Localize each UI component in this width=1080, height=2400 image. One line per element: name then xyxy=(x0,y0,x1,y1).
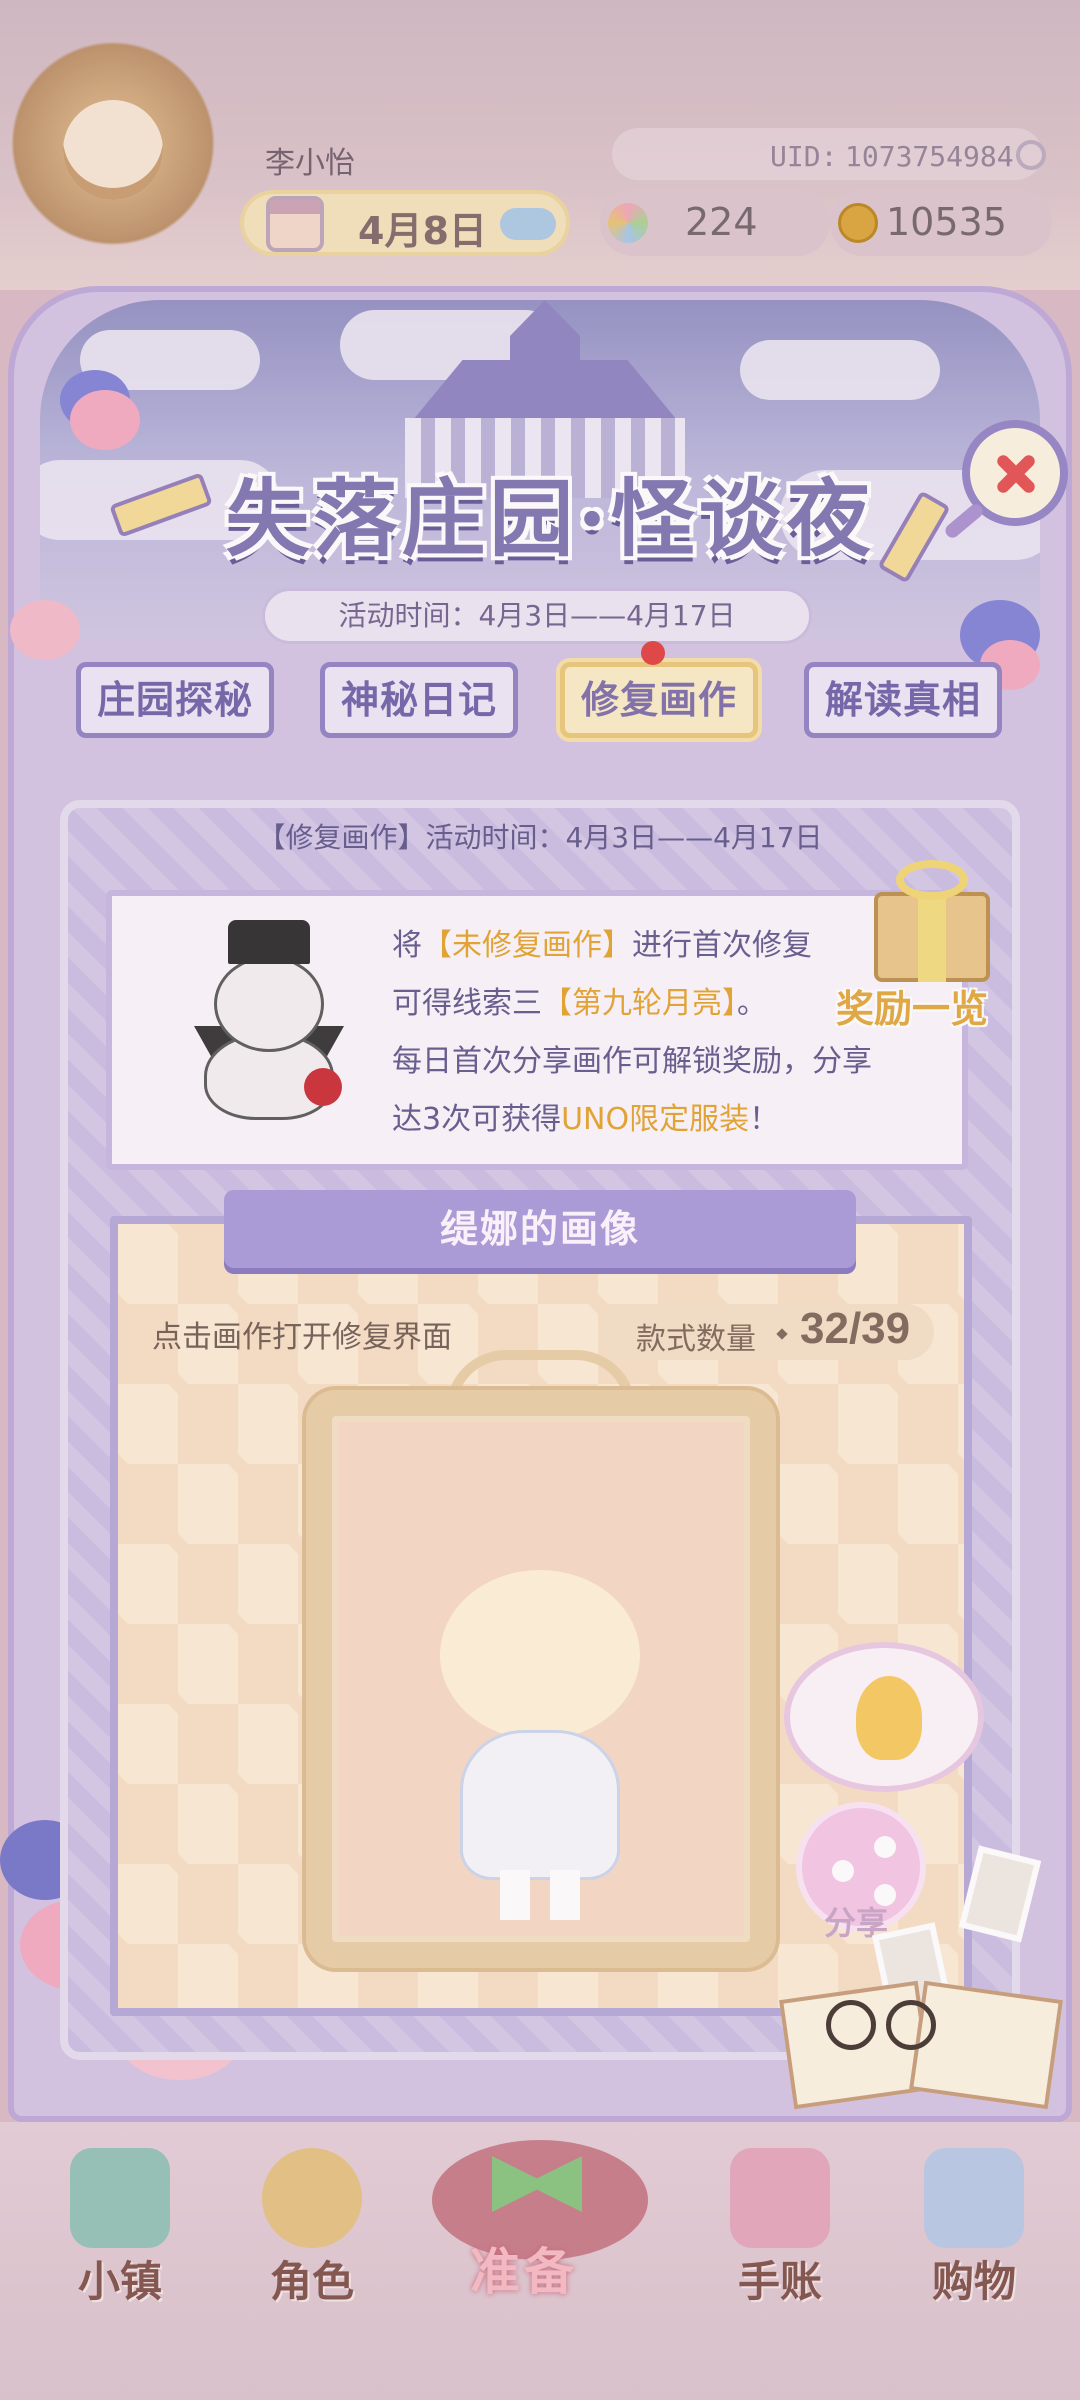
gem-flower-icon xyxy=(608,203,648,243)
event-title: 失落庄园·怪谈夜 xyxy=(225,469,875,568)
glasses-icon xyxy=(826,2000,946,2050)
current-date: 4月8日 xyxy=(358,209,487,253)
nav-prepare-label[interactable]: 准备 xyxy=(470,2232,578,2304)
info-text: ！ xyxy=(749,1102,780,1137)
close-button[interactable] xyxy=(942,420,1068,541)
avatar-bear-icon xyxy=(63,100,163,200)
info-text: 将 xyxy=(392,928,422,963)
gift-bow xyxy=(896,860,968,900)
info-highlight: UNO限定服装 xyxy=(561,1102,750,1137)
shopping-bag-icon xyxy=(924,2148,1024,2248)
nav-town[interactable]: 小镇 xyxy=(30,2138,200,2338)
nav-label: 手账 xyxy=(737,2257,822,2306)
flower-decoration xyxy=(10,600,80,660)
tab-label: 庄园探秘 xyxy=(96,678,253,722)
bear-mascot-icon xyxy=(184,920,354,1120)
coin-icon xyxy=(838,203,878,243)
reward-overview-button[interactable]: 奖励一览 xyxy=(836,978,988,1033)
weather-cloud-icon xyxy=(500,208,556,240)
hair-hint-bubble[interactable] xyxy=(784,1642,984,1792)
info-text: 进行首次修复 xyxy=(632,928,812,963)
nav-label: 角色 xyxy=(269,2257,354,2306)
section-time: 【修复画作】活动时间：4月3日——4月17日 xyxy=(257,821,823,854)
info-text: 可得线索三 xyxy=(392,986,542,1021)
gem-count: 224 xyxy=(685,200,758,244)
style-count-value: 32/39 xyxy=(800,1304,911,1353)
mansion-roof xyxy=(413,360,677,420)
pin-icon xyxy=(641,641,665,665)
info-line: 达3次可获得UNO限定服装！ xyxy=(392,1094,779,1138)
repair-hint: 点击画作打开修复界面 xyxy=(152,1320,452,1355)
nav-shopping[interactable]: 购物 xyxy=(884,2138,1054,2338)
reward-gift-icon[interactable] xyxy=(860,858,1000,988)
info-line: 每日首次分享画作可解锁奖励，分享 xyxy=(392,1036,872,1080)
tab-repair-painting[interactable]: 修复画作 xyxy=(560,641,758,738)
doll-legs xyxy=(500,1870,580,1920)
character-icon xyxy=(262,2148,362,2248)
info-text: 每日首次分享画作可解锁奖励，分享 xyxy=(392,1044,872,1079)
uid-value: 1073754984 xyxy=(845,140,1014,173)
portrait-doll[interactable] xyxy=(440,1560,640,1930)
info-highlight: 【第九轮月亮】 xyxy=(542,986,737,1021)
nav-label: 购物 xyxy=(931,2257,1016,2306)
tab-label: 解读真相 xyxy=(824,678,981,722)
rose-icon xyxy=(304,1068,342,1106)
info-line: 可得线索三【第九轮月亮】。 xyxy=(392,978,767,1022)
doll-head xyxy=(440,1570,640,1740)
mascot-head xyxy=(214,956,324,1052)
top-hat-icon xyxy=(228,920,310,964)
player-avatar[interactable] xyxy=(8,40,218,270)
doll-dress xyxy=(460,1730,620,1880)
info-text: 达3次可获得 xyxy=(392,1102,562,1137)
map-icon xyxy=(70,2148,170,2248)
nav-label: 小镇 xyxy=(77,2257,162,2306)
flower-decoration xyxy=(70,390,140,450)
info-text: 。 xyxy=(737,986,767,1021)
hair-icon xyxy=(856,1676,922,1760)
tab-label: 修复画作 xyxy=(580,678,737,722)
tab-label: 神秘日记 xyxy=(340,678,497,722)
tab-read-truth[interactable]: 解读真相 xyxy=(804,662,1002,738)
journal-icon xyxy=(730,2148,830,2248)
event-tabs: 庄园探秘 神秘日记 修复画作 解读真相 xyxy=(76,641,1006,738)
style-count-label: 款式数量 xyxy=(636,1322,756,1357)
portrait-title: 缇娜的画像 xyxy=(224,1190,856,1268)
tab-manor-explore[interactable]: 庄园探秘 xyxy=(76,662,274,738)
gift-ribbon xyxy=(918,892,946,982)
copy-uid-icon[interactable] xyxy=(1016,140,1046,170)
cloud-decoration xyxy=(740,340,940,400)
nav-character[interactable]: 角色 xyxy=(222,2138,392,2338)
nav-journal[interactable]: 手账 xyxy=(690,2138,860,2338)
coin-count: 10535 xyxy=(886,200,1007,244)
open-book-icon xyxy=(779,1960,1076,2130)
tab-mystery-diary[interactable]: 神秘日记 xyxy=(320,662,518,738)
share-node xyxy=(874,1836,896,1858)
uid-label: UID: xyxy=(770,140,838,173)
share-node xyxy=(832,1860,854,1882)
info-highlight: 【未修复画作】 xyxy=(422,928,632,963)
event-time-ribbon: 活动时间：4月3日——4月17日 xyxy=(262,588,812,644)
info-line: 将【未修复画作】进行首次修复 xyxy=(392,920,812,964)
calendar-icon xyxy=(266,196,324,252)
player-name: 李小怡 xyxy=(265,146,355,181)
